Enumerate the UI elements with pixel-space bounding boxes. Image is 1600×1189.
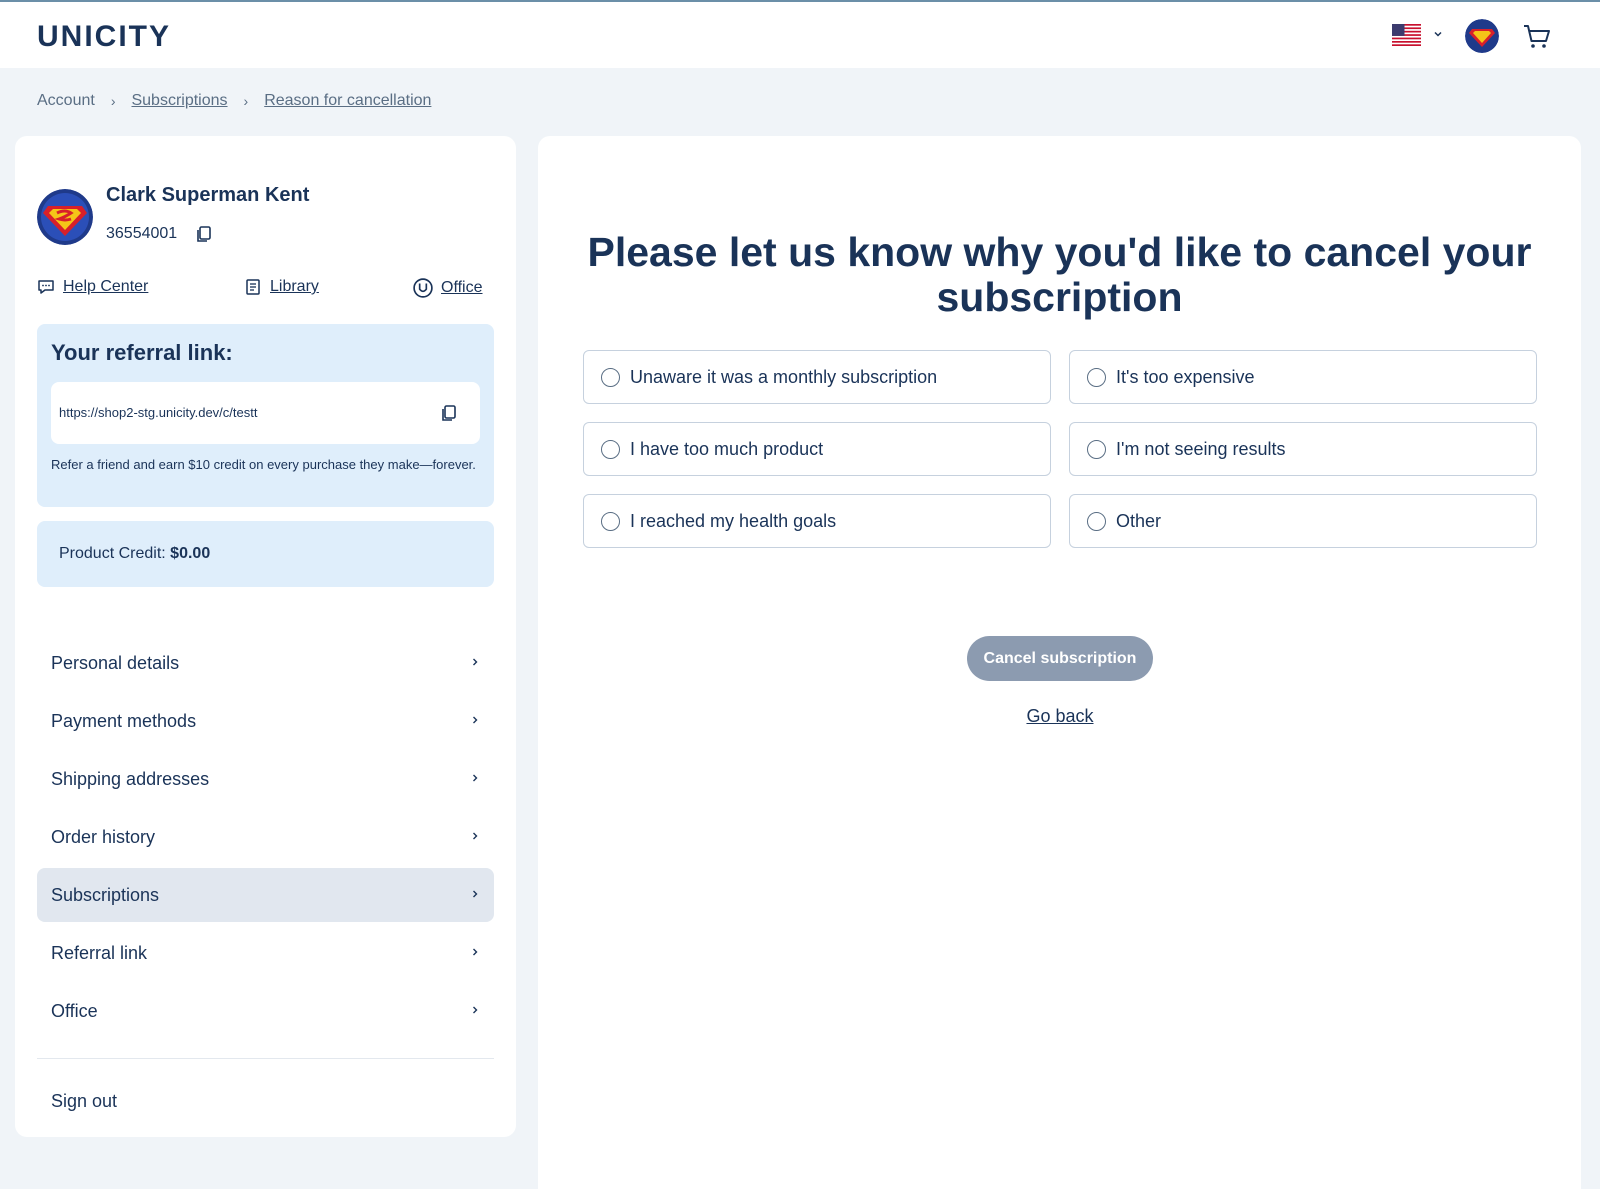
reason-option-reached-health-goals[interactable]: I reached my health goals (583, 494, 1051, 548)
referral-link-field[interactable]: https://shop2-stg.unicity.dev/c/testt (51, 382, 480, 444)
sidebar-item-payment-methods[interactable]: Payment methods (37, 694, 494, 748)
unicity-logo[interactable]: UNICITY (37, 20, 171, 54)
reason-label: I reached my health goals (630, 510, 837, 531)
sidebar-item-personal-details[interactable]: Personal details (37, 636, 494, 690)
radio-button[interactable] (601, 367, 620, 387)
chevron-down-icon[interactable] (1432, 28, 1444, 40)
radio-button[interactable] (601, 439, 620, 459)
radio-button[interactable] (1087, 511, 1106, 531)
document-icon (246, 279, 260, 295)
breadcrumb-account: Account (37, 92, 95, 109)
chevron-right-icon: › (243, 93, 249, 109)
help-center-label[interactable]: Help Center (63, 278, 148, 296)
top-header: UNICITY (0, 0, 1600, 68)
breadcrumb: Account › Subscriptions › Reason for can… (37, 92, 431, 110)
reason-option-not-seeing-results[interactable]: I'm not seeing results (1069, 422, 1537, 476)
chevron-right-icon (473, 1006, 478, 1014)
avatar[interactable] (1465, 19, 1499, 53)
sidebar-item-label: Referral link (51, 942, 148, 963)
radio-button[interactable] (1087, 439, 1106, 459)
radio-button[interactable] (601, 511, 620, 531)
chevron-right-icon (473, 832, 478, 840)
sidebar-item-subscriptions[interactable]: Subscriptions (37, 868, 494, 922)
sign-out-button[interactable]: Sign out (37, 1071, 494, 1131)
help-center-link[interactable]: Help Center (37, 278, 148, 296)
sidebar-item-office[interactable]: Office (37, 984, 494, 1038)
copy-icon[interactable] (195, 225, 213, 243)
reason-option-too-much-product[interactable]: I have too much product (583, 422, 1051, 476)
chevron-right-icon: › (110, 93, 116, 109)
sidebar-item-shipping-addresses[interactable]: Shipping addresses (37, 752, 494, 806)
radio-button[interactable] (1087, 367, 1106, 387)
referral-title: Your referral link: (51, 340, 233, 365)
office-link[interactable]: Office (413, 278, 483, 298)
reason-label: It's too expensive (1116, 366, 1255, 387)
product-credit: Product Credit: $0.00 (59, 545, 210, 563)
chevron-right-icon (473, 658, 478, 666)
reason-label: Unaware it was a monthly subscription (630, 366, 938, 387)
cart-icon[interactable] (1522, 22, 1552, 50)
reason-label: Other (1116, 510, 1162, 531)
sidebar-item-label: Order history (51, 826, 156, 847)
sidebar-item-label: Shipping addresses (51, 768, 210, 789)
reason-option-unaware-monthly[interactable]: Unaware it was a monthly subscription (583, 350, 1051, 404)
account-nav: Personal details Payment methods Shippin… (37, 636, 494, 1131)
reason-label: I'm not seeing results (1116, 438, 1286, 459)
product-credit-panel: Product Credit: $0.00 (37, 521, 494, 587)
chat-icon (38, 280, 54, 294)
account-sidebar: Clark Superman Kent 36554001 Help Center… (15, 136, 516, 1137)
product-credit-label: Product Credit: (59, 545, 166, 562)
referral-description: Refer a friend and earn $10 credit on ev… (51, 457, 476, 472)
quick-links: Help Center Library Office (37, 278, 494, 300)
reason-option-too-expensive[interactable]: It's too expensive (1069, 350, 1537, 404)
breadcrumb-subscriptions[interactable]: Subscriptions (131, 92, 227, 110)
copy-icon[interactable] (440, 404, 458, 422)
cancel-subscription-button[interactable]: Cancel subscription (967, 636, 1153, 681)
page-title: Please let us know why you'd like to can… (587, 229, 1532, 320)
product-credit-value: $0.00 (170, 545, 211, 562)
sidebar-item-label: Subscriptions (51, 884, 160, 905)
referral-panel: Your referral link: https://shop2-stg.un… (37, 324, 494, 507)
office-label[interactable]: Office (441, 279, 483, 297)
referral-url[interactable]: https://shop2-stg.unicity.dev/c/testt (59, 405, 257, 420)
profile-name: Clark Superman Kent (106, 184, 310, 206)
unicity-u-icon (413, 278, 433, 298)
chevron-right-icon (473, 890, 478, 898)
go-back-link[interactable]: Go back (960, 706, 1160, 727)
cancellation-reasons: Unaware it was a monthly subscription It… (583, 350, 1537, 548)
profile-id: 36554001 (106, 225, 178, 242)
reason-label: I have too much product (630, 438, 824, 459)
us-flag-icon[interactable] (1392, 24, 1421, 46)
chevron-right-icon (473, 948, 478, 956)
profile-avatar (37, 189, 93, 245)
breadcrumb-reason-for-cancellation[interactable]: Reason for cancellation (264, 92, 431, 110)
sidebar-item-label: Office (51, 1000, 98, 1021)
sidebar-item-order-history[interactable]: Order history (37, 810, 494, 864)
sign-out-label: Sign out (51, 1090, 118, 1111)
sidebar-item-referral-link[interactable]: Referral link (37, 926, 494, 980)
cancellation-panel: Please let us know why you'd like to can… (538, 136, 1581, 1189)
reason-option-other[interactable]: Other (1069, 494, 1537, 548)
nav-divider (37, 1058, 494, 1059)
chevron-right-icon (473, 774, 478, 782)
chevron-right-icon (473, 716, 478, 724)
library-label[interactable]: Library (270, 278, 319, 296)
library-link[interactable]: Library (244, 278, 319, 296)
sidebar-item-label: Payment methods (51, 710, 197, 731)
sidebar-item-label: Personal details (51, 652, 180, 673)
